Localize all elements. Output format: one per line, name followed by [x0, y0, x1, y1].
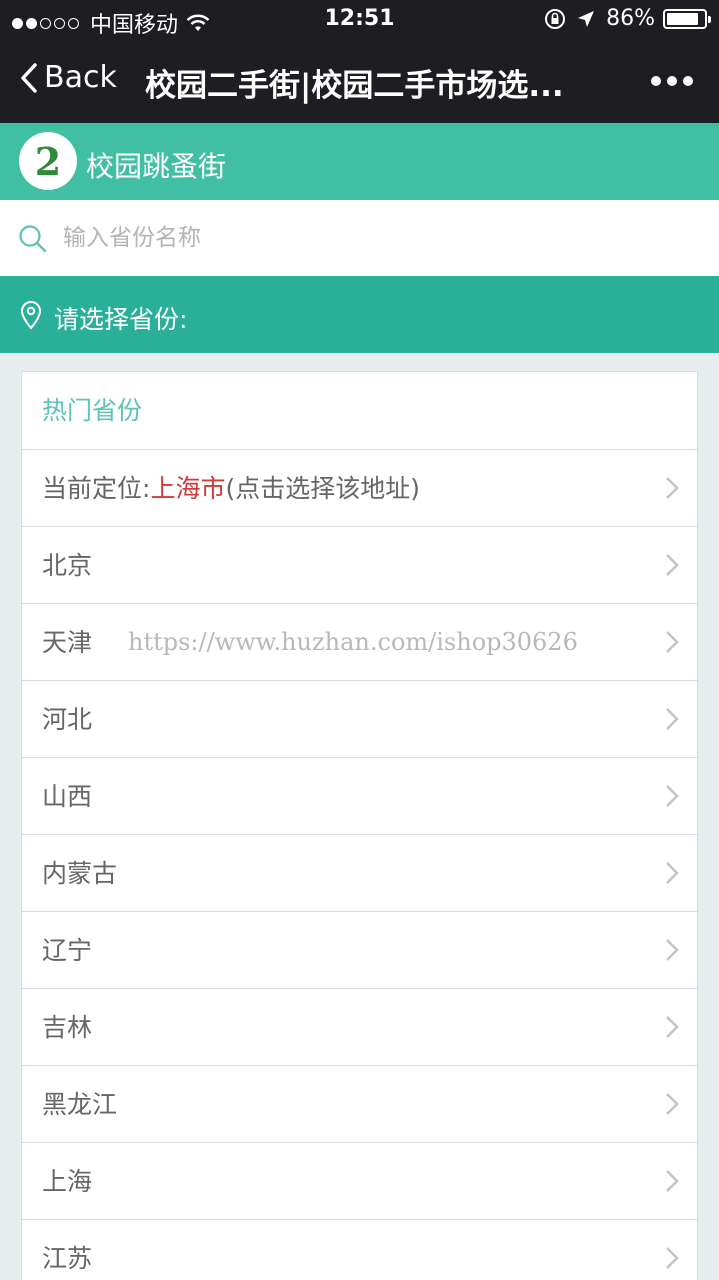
chevron-right-icon — [666, 708, 679, 730]
chevron-right-icon — [666, 939, 679, 961]
search-input[interactable] — [63, 218, 683, 258]
chevron-right-icon — [666, 1093, 679, 1115]
logo-text: 2 — [34, 138, 62, 184]
province-row-neimenggu[interactable]: 内蒙古 — [22, 835, 697, 912]
chevron-right-icon — [666, 477, 679, 499]
more-dot-icon — [683, 76, 693, 86]
orientation-lock-icon — [545, 8, 566, 29]
chevron-right-icon — [666, 862, 679, 884]
province-row-beijing[interactable]: 北京 — [22, 527, 697, 604]
current-location-hint: (点击选择该地址) — [225, 474, 420, 503]
province-label: 上海 — [42, 1167, 93, 1196]
status-right: 86% — [544, 6, 711, 31]
battery-percent: 86% — [606, 6, 655, 31]
province-label: 内蒙古 — [42, 859, 118, 888]
province-label: 河北 — [42, 705, 93, 734]
more-dot-icon — [667, 76, 677, 86]
province-label: 吉林 — [42, 1013, 93, 1042]
province-list: 热门省份 当前定位:上海市(点击选择该地址) 北京 天津 https://www… — [21, 371, 698, 1280]
chevron-right-icon — [666, 1016, 679, 1038]
watermark-text: https://www.huzhan.com/ishop30626 — [128, 628, 578, 656]
battery-icon — [663, 8, 711, 29]
location-arrow-icon — [578, 10, 595, 27]
choose-province-bar: 请选择省份: — [0, 276, 719, 353]
more-menu-button[interactable] — [645, 76, 693, 86]
province-label: 江苏 — [42, 1244, 93, 1273]
hot-provinces-header: 热门省份 — [22, 372, 697, 450]
current-location-city: 上海市 — [150, 474, 226, 503]
brand-logo: 2 — [19, 132, 77, 190]
back-button[interactable]: Back — [20, 60, 117, 95]
brand-name: 校园跳蚤街 — [86, 150, 227, 183]
province-row-jiangsu[interactable]: 江苏 — [22, 1220, 697, 1280]
chevron-right-icon — [666, 1170, 679, 1192]
province-label: 黑龙江 — [42, 1090, 118, 1119]
nav-bar: Back 校园二手街|校园二手市场选... — [0, 40, 719, 123]
province-label: 辽宁 — [42, 936, 93, 965]
province-label: 天津 — [42, 628, 93, 657]
province-row-shanxi[interactable]: 山西 — [22, 758, 697, 835]
location-pin-icon — [20, 300, 42, 330]
province-row-hebei[interactable]: 河北 — [22, 681, 697, 758]
current-location-row[interactable]: 当前定位:上海市(点击选择该地址) — [22, 450, 697, 527]
back-label: Back — [44, 60, 117, 95]
chevron-right-icon — [666, 1247, 679, 1269]
province-row-shanghai[interactable]: 上海 — [22, 1143, 697, 1220]
page-title: 校园二手街|校园二手市场选... — [145, 68, 564, 104]
search-bar — [0, 200, 719, 276]
province-label: 北京 — [42, 551, 93, 580]
chevron-left-icon — [21, 62, 37, 93]
battery-fill — [667, 12, 698, 25]
province-row-jilin[interactable]: 吉林 — [22, 989, 697, 1066]
search-icon — [19, 225, 47, 253]
province-row-tianjin[interactable]: 天津 https://www.huzhan.com/ishop30626 — [22, 604, 697, 681]
status-bar: 中国移动 12:51 86% — [0, 0, 719, 40]
province-row-liaoning[interactable]: 辽宁 — [22, 912, 697, 989]
choose-province-label: 请选择省份: — [54, 305, 188, 334]
chevron-right-icon — [666, 631, 679, 653]
province-row-heilongjiang[interactable]: 黑龙江 — [22, 1066, 697, 1143]
brand-bar: 2 校园跳蚤街 — [0, 123, 719, 200]
province-label: 山西 — [42, 782, 93, 811]
more-dot-icon — [651, 76, 661, 86]
chevron-right-icon — [666, 785, 679, 807]
chevron-right-icon — [666, 554, 679, 576]
current-location-prefix: 当前定位: — [42, 474, 151, 503]
